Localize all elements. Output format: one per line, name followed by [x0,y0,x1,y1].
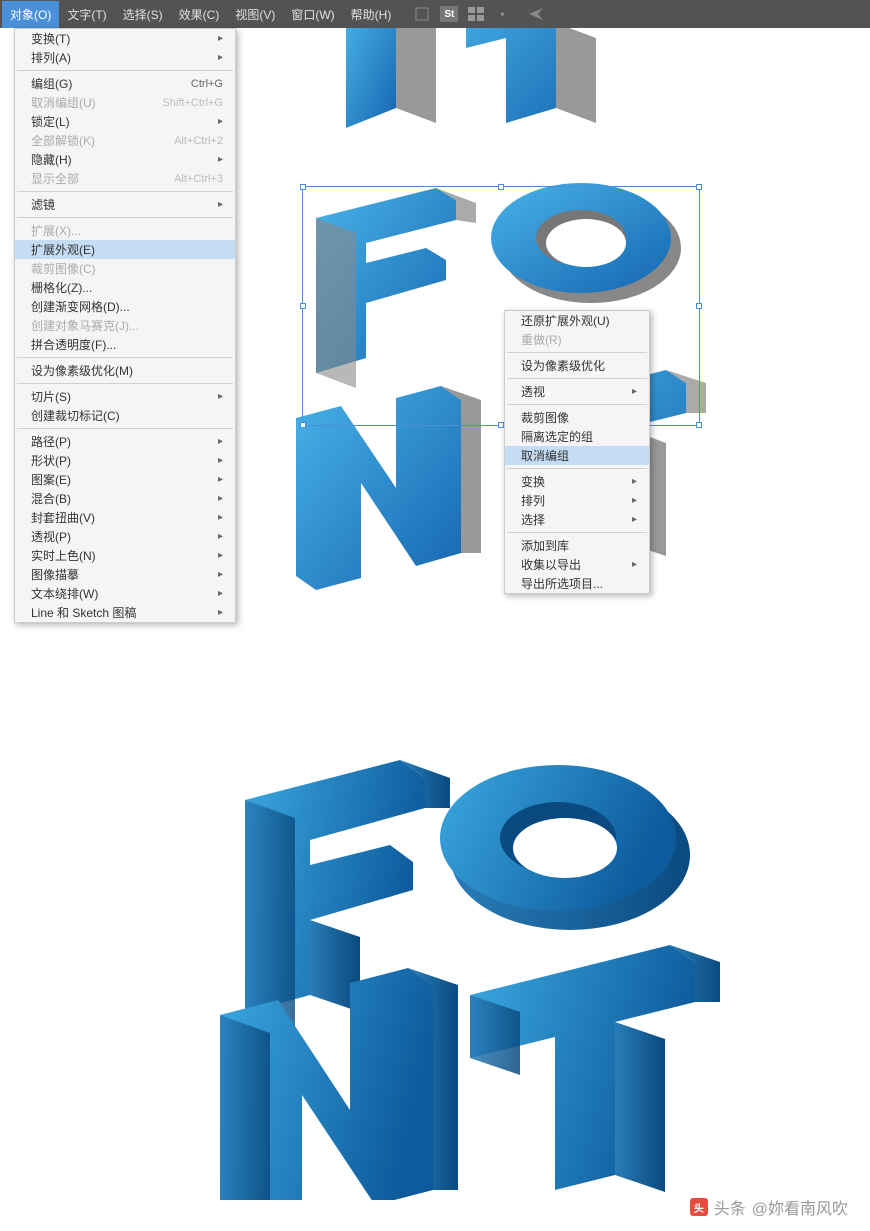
menu-line-sketch[interactable]: Line 和 Sketch 图稿▸ [15,603,235,622]
menu-separator [17,70,233,71]
menu-gradient-mesh[interactable]: 创建渐变网格(D)... [15,297,235,316]
menu-separator [17,357,233,358]
menu-separator [507,404,647,405]
watermark-author: @妳看南风吹 [752,1195,848,1219]
menu-separator [507,378,647,379]
search-icon[interactable] [414,6,430,22]
menu-window[interactable]: 窗口(W) [283,1,342,28]
ctx-ungroup[interactable]: 取消编组 [505,446,649,465]
chevron-right-icon: ▸ [218,52,223,63]
menu-path[interactable]: 路径(P)▸ [15,432,235,451]
ctx-undo-expand[interactable]: 还原扩展外观(U) [505,311,649,330]
chevron-right-icon: ▸ [218,550,223,561]
menu-group[interactable]: 编组(G)Ctrl+G [15,74,235,93]
menu-separator [17,383,233,384]
menu-effect[interactable]: 效果(C) [171,1,228,28]
menu-object[interactable]: 对象(O) [2,1,59,28]
menubar: 对象(O) 文字(T) 选择(S) 效果(C) 视图(V) 窗口(W) 帮助(H… [0,0,870,28]
context-menu: 还原扩展外观(U) 重做(R) 设为像素级优化 透视▸ 裁剪图像 隔离选定的组 … [504,310,650,594]
chevron-right-icon: ▸ [218,607,223,618]
menu-ungroup: 取消编组(U)Shift+Ctrl+G [15,93,235,112]
chevron-right-icon: ▸ [632,559,637,570]
chevron-right-icon: ▸ [218,455,223,466]
chevron-right-icon: ▸ [218,154,223,165]
chevron-right-icon: ▸ [218,569,223,580]
chevron-right-icon: ▸ [218,33,223,44]
menu-filter[interactable]: 滤镜▸ [15,195,235,214]
chevron-right-icon: ▸ [218,493,223,504]
menu-text[interactable]: 文字(T) [59,1,114,28]
chevron-right-icon: ▸ [632,476,637,487]
chevron-right-icon: ▸ [632,386,637,397]
menu-select[interactable]: 选择(S) [115,1,171,28]
menu-help[interactable]: 帮助(H) [343,1,400,28]
ctx-collect-export[interactable]: 收集以导出▸ [505,555,649,574]
ctx-arrange[interactable]: 排列▸ [505,491,649,510]
chevron-right-icon: ▸ [218,436,223,447]
menu-shape[interactable]: 形状(P)▸ [15,451,235,470]
toutiao-icon: 头 [690,1198,708,1216]
watermark-prefix: 头条 [714,1195,746,1219]
menu-separator [17,428,233,429]
menu-blend[interactable]: 混合(B)▸ [15,489,235,508]
menu-separator [17,217,233,218]
menu-slice[interactable]: 切片(S)▸ [15,387,235,406]
menu-view[interactable]: 视图(V) [227,1,283,28]
menu-expand: 扩展(X)... [15,221,235,240]
watermark: 头 头条 @妳看南风吹 [690,1195,848,1219]
menu-flatten-transparency[interactable]: 拼合透明度(F)... [15,335,235,354]
ctx-isolate-group[interactable]: 隔离选定的组 [505,427,649,446]
chevron-right-icon: ▸ [632,495,637,506]
object-menu-dropdown: 变换(T)▸ 排列(A)▸ 编组(G)Ctrl+G 取消编组(U)Shift+C… [14,28,236,623]
menu-separator [17,191,233,192]
menu-show-all: 显示全部Alt+Ctrl+3 [15,169,235,188]
menu-pixel-optimize[interactable]: 设为像素级优化(M) [15,361,235,380]
menu-unlock-all: 全部解锁(K)Alt+Ctrl+2 [15,131,235,150]
ctx-perspective[interactable]: 透视▸ [505,382,649,401]
menu-lock[interactable]: 锁定(L)▸ [15,112,235,131]
ctx-redo: 重做(R) [505,330,649,349]
ctx-transform[interactable]: 变换▸ [505,472,649,491]
chevron-right-icon: ▸ [218,588,223,599]
ctx-export-selection[interactable]: 导出所选项目... [505,574,649,593]
menu-separator [507,468,647,469]
chevron-right-icon: ▸ [218,116,223,127]
plane-icon[interactable] [528,6,544,22]
chevron-right-icon: ▸ [218,474,223,485]
ctx-select[interactable]: 选择▸ [505,510,649,529]
menu-text-wrap[interactable]: 文本绕排(W)▸ [15,584,235,603]
menu-transform[interactable]: 变换(T)▸ [15,29,235,48]
menu-image-trace[interactable]: 图像描摹▸ [15,565,235,584]
menu-live-paint[interactable]: 实时上色(N)▸ [15,546,235,565]
menu-rasterize[interactable]: 栅格化(Z)... [15,278,235,297]
menu-crop-marks[interactable]: 创建裁切标记(C) [15,406,235,425]
menu-arrange[interactable]: 排列(A)▸ [15,48,235,67]
ctx-pixel-optimize[interactable]: 设为像素级优化 [505,356,649,375]
menu-separator [507,532,647,533]
menu-separator [507,352,647,353]
chevron-right-icon: ▸ [218,199,223,210]
canvas-lower [0,700,870,1200]
ctx-crop-image[interactable]: 裁剪图像 [505,408,649,427]
menu-envelope-distort[interactable]: 封套扭曲(V)▸ [15,508,235,527]
chevron-right-icon: ▸ [218,512,223,523]
menu-pattern[interactable]: 图案(E)▸ [15,470,235,489]
menu-object-mosaic: 创建对象马赛克(J)... [15,316,235,335]
chevron-right-icon: ▸ [218,531,223,542]
stock-icon[interactable]: St [440,6,458,22]
ctx-add-to-library[interactable]: 添加到库 [505,536,649,555]
menu-hide[interactable]: 隐藏(H)▸ [15,150,235,169]
menubar-icons: St ▾ [414,6,544,22]
chevron-right-icon: ▸ [218,391,223,402]
panel-icon[interactable] [468,6,484,22]
chevron-right-icon: ▸ [632,514,637,525]
menu-perspective[interactable]: 透视(P)▸ [15,527,235,546]
chevron-down-icon[interactable]: ▾ [494,6,510,22]
menu-expand-appearance[interactable]: 扩展外观(E) [15,240,235,259]
menu-crop-image: 裁剪图像(C) [15,259,235,278]
artwork-3d-font-lower [0,700,870,1200]
